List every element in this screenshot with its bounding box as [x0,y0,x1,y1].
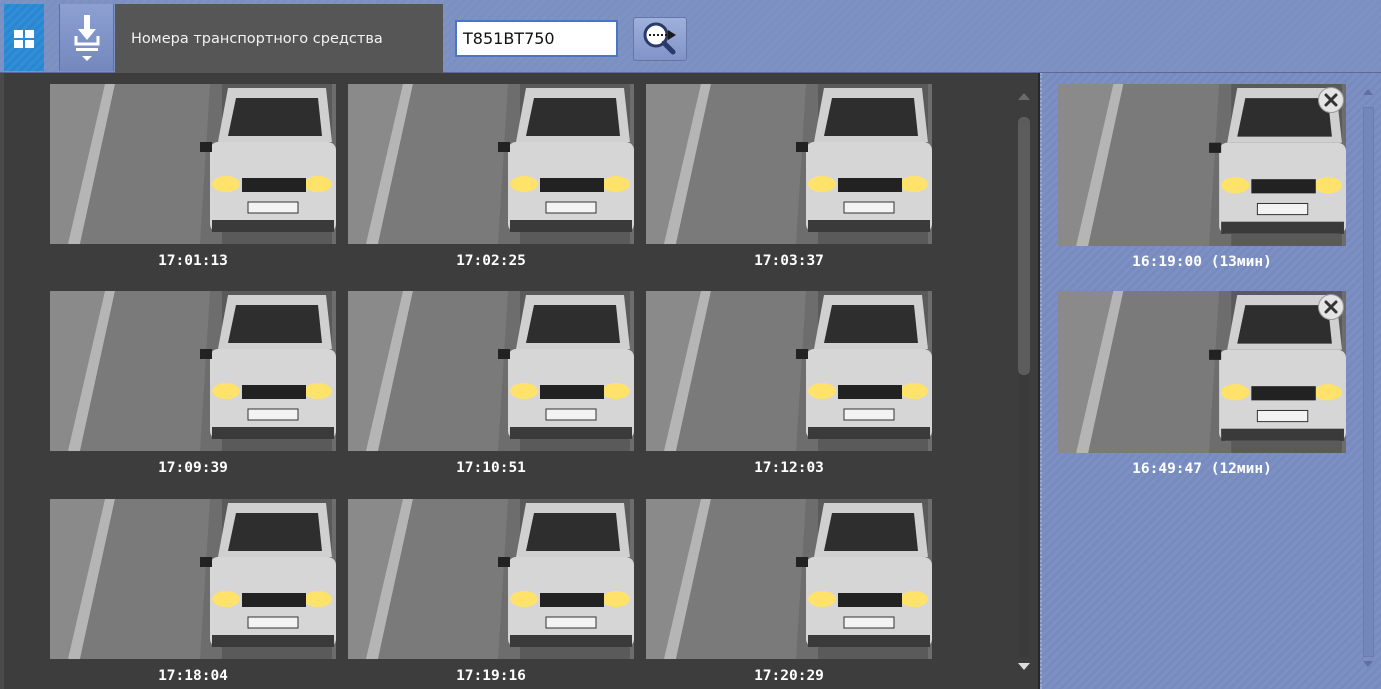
scroll-thumb[interactable] [1018,117,1030,375]
result-timestamp: 17:10:51 [456,460,526,476]
result-timestamp: 17:19:16 [456,668,526,684]
result-card[interactable]: 17:18:04 [50,499,336,689]
grouped-result-label: 16:49:47 (12мин) [1132,461,1272,477]
search-arrow-icon [643,22,676,55]
result-card[interactable]: 17:02:25 [348,84,634,284]
result-card[interactable]: 17:09:39 [50,291,336,491]
grouped-result-label: 16:19:00 (13мин) [1132,254,1272,270]
result-timestamp: 17:12:03 [754,460,824,476]
layouts-button[interactable] [4,4,44,71]
vehicle-snapshot [1058,291,1346,453]
grouped-results-panel: 16:19:00 (13мин) 16:49:47 (12мин) [1040,73,1381,689]
result-timestamp: 17:09:39 [158,460,228,476]
search-mode-label: Номера транспортного средства [131,30,383,47]
toolbar: Номера транспортного средства [0,0,1381,73]
grid-icon [14,30,34,48]
search-button[interactable] [633,17,687,61]
vehicle-snapshot [348,291,634,451]
scroll-down-icon[interactable] [1363,661,1373,667]
grouped-result-card[interactable]: 16:49:47 (12мин) [1058,291,1348,491]
close-icon[interactable] [1318,294,1344,320]
vehicle-snapshot [1058,84,1346,246]
result-timestamp: 17:01:13 [158,253,228,269]
vehicle-snapshot [646,499,932,659]
scroll-up-icon[interactable] [1018,93,1030,100]
result-card[interactable]: 17:03:37 [646,84,932,284]
close-icon[interactable] [1318,87,1344,113]
vehicle-snapshot [646,291,932,451]
result-card[interactable]: 17:12:03 [646,291,932,491]
search-mode-tab[interactable]: Номера транспортного средства [115,4,443,73]
vehicle-snapshot [50,499,336,659]
result-timestamp: 17:20:29 [754,668,824,684]
grouped-result-card[interactable]: 16:19:00 (13мин) [1058,84,1348,284]
result-timestamp: 17:03:37 [754,253,824,269]
export-button[interactable] [59,4,114,71]
vehicle-snapshot [50,291,336,451]
result-card[interactable]: 17:19:16 [348,499,634,689]
result-card[interactable]: 17:10:51 [348,291,634,491]
plate-number-input[interactable] [455,20,618,57]
results-scrollbar[interactable] [1012,87,1036,683]
scroll-down-icon[interactable] [1018,663,1030,670]
scroll-track[interactable] [1363,107,1374,657]
result-timestamp: 17:18:04 [158,668,228,684]
side-scrollbar[interactable] [1358,83,1380,683]
vehicle-snapshot [348,499,634,659]
scroll-up-icon[interactable] [1363,89,1373,95]
download-icon [74,15,99,61]
result-timestamp: 17:02:25 [456,253,526,269]
vehicle-snapshot [50,84,336,244]
vehicle-snapshot [646,84,932,244]
results-grid: 17:01:13 17:02:25 17:03:37 17:09:39 17:1… [4,73,1040,689]
vehicle-snapshot [348,84,634,244]
result-card[interactable]: 17:20:29 [646,499,932,689]
result-card[interactable]: 17:01:13 [50,84,336,284]
